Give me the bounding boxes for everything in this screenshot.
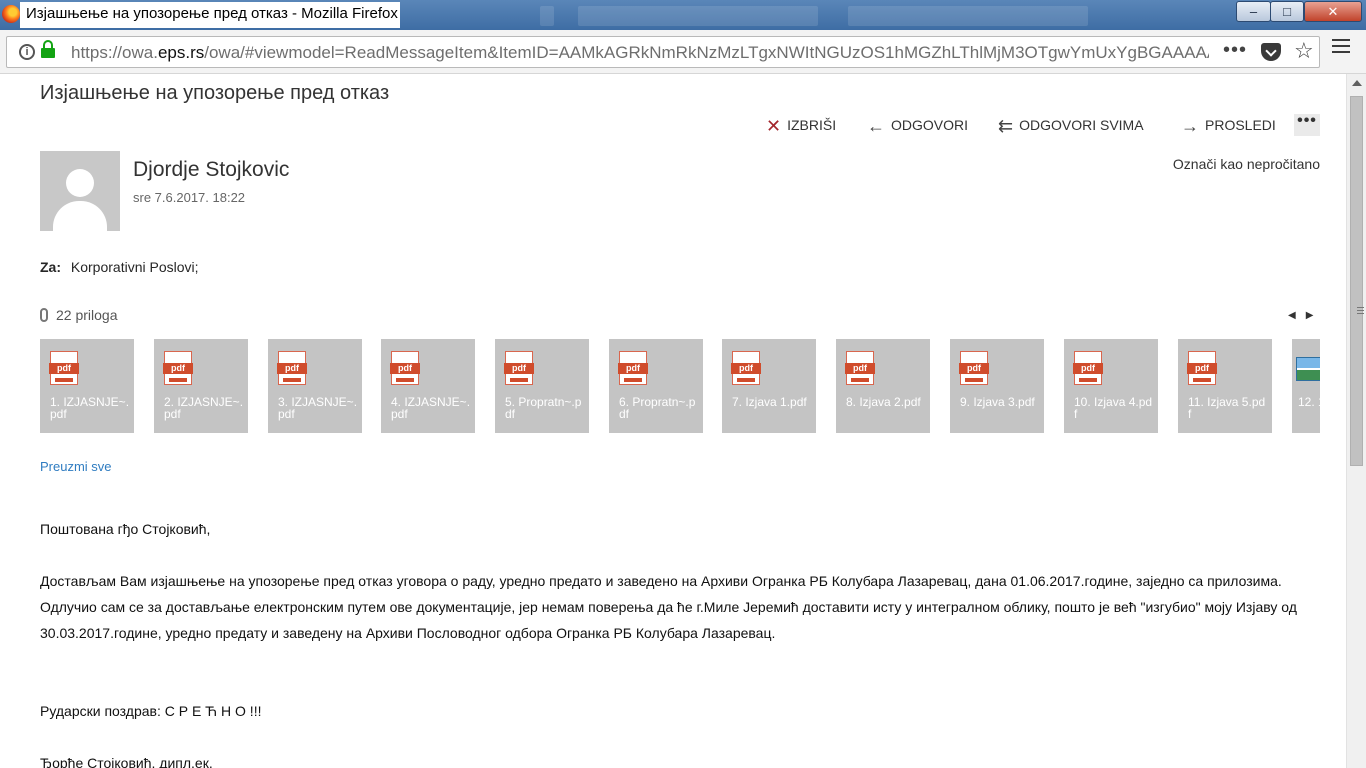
close-button[interactable]: ✕ <box>1304 1 1362 22</box>
attachment-tile[interactable]: pdf 9. Izjava 3.pdf <box>950 339 1044 433</box>
paperclip-icon <box>40 308 48 322</box>
attachment-name: 11. Izjava 5.pdf <box>1188 395 1266 421</box>
scroll-up-arrow-icon[interactable] <box>1352 80 1362 86</box>
pdf-icon: pdf <box>49 351 79 385</box>
pdf-icon: pdf <box>618 351 648 385</box>
star-icon[interactable]: ☆ <box>1294 38 1314 64</box>
attachment-tile[interactable]: pdf 3. IZJASNJE~.pdf <box>268 339 362 433</box>
attachment-tile[interactable]: pdf 2. IZJASNJE~.pdf <box>154 339 248 433</box>
delete-icon: ✕ <box>766 116 782 136</box>
attachment-name: 4. IZJASNJE~.pdf <box>391 395 471 421</box>
attachment-nav: ◀▶ <box>1288 310 1323 321</box>
sender-name[interactable]: Djordje Stojkovic <box>133 158 289 182</box>
pdf-icon: pdf <box>959 351 989 385</box>
attachment-tile[interactable]: pdf 10. Izjava 4.pdf <box>1064 339 1158 433</box>
attachment-name: 12. 17- <box>1298 395 1320 409</box>
forward-button[interactable]: → PROSLEDI <box>1181 116 1276 137</box>
attachment-name: 1. IZJASNJE~.pdf <box>50 395 130 421</box>
url-text[interactable]: https://owa.eps.rs/owa/#viewmodel=ReadMe… <box>71 43 1209 63</box>
pdf-icon: pdf <box>1187 351 1217 385</box>
image-icon <box>1296 357 1320 381</box>
delete-button[interactable]: ✕ IZBRIŠI <box>766 116 836 137</box>
maximize-button[interactable]: □ <box>1270 1 1304 22</box>
sent-date: sre 7.6.2017. 18:22 <box>133 190 246 205</box>
download-all-link[interactable]: Preuzmi sve <box>40 459 112 474</box>
background-window-tab <box>540 6 554 26</box>
forward-arrow-icon: → <box>1181 116 1199 136</box>
avatar[interactable] <box>40 151 120 231</box>
more-actions-button[interactable]: ••• <box>1294 113 1320 136</box>
attachment-tile[interactable]: pdf 8. Izjava 2.pdf <box>836 339 930 433</box>
attachment-tile[interactable]: pdf 11. Izjava 5.pdf <box>1178 339 1272 433</box>
reply-all-button[interactable]: ⇇ ODGOVORI SVIMA <box>998 116 1144 137</box>
pdf-icon: pdf <box>390 351 420 385</box>
page-actions-button[interactable]: ••• <box>1223 39 1247 62</box>
reply-button[interactable]: ← ODGOVORI <box>867 116 968 137</box>
body-greeting: Поштована гђо Стојковић, <box>40 521 211 537</box>
body-signature: Ђорђе Стојковић, дипл.ек. <box>40 755 213 768</box>
attachment-name: 6. Propratn~.pdf <box>619 395 696 421</box>
lock-icon[interactable] <box>41 40 55 59</box>
minimize-button[interactable]: – <box>1236 1 1271 22</box>
attachment-tile[interactable]: pdf 4. IZJASNJE~.pdf <box>381 339 475 433</box>
background-window-tab <box>578 6 818 26</box>
mark-unread-link[interactable]: Označi kao nepročitano <box>1173 156 1320 172</box>
browser-navbar: i https://owa.eps.rs/owa/#viewmodel=Read… <box>0 30 1366 74</box>
attachment-name: 7. Izjava 1.pdf <box>732 395 807 409</box>
menu-icon[interactable] <box>1332 39 1350 55</box>
to-label: Za: <box>40 259 61 275</box>
attachment-name: 2. IZJASNJE~.pdf <box>164 395 244 421</box>
vertical-scrollbar[interactable] <box>1346 74 1366 768</box>
pdf-icon: pdf <box>1073 351 1103 385</box>
avatar-head-icon <box>66 169 94 197</box>
attachment-name: 9. Izjava 3.pdf <box>960 395 1035 409</box>
message-actions: ✕ IZBRIŠI ← ODGOVORI ⇇ ODGOVORI SVIMA → PROS… <box>0 116 1346 138</box>
attachment-name: 3. IZJASNJE~.pdf <box>278 395 358 421</box>
chevron-left-icon[interactable]: ◀ <box>1288 310 1306 321</box>
recipients-line: Za: Korporativni Poslovi; <box>40 259 199 275</box>
avatar-body-icon <box>53 201 107 231</box>
background-window-tab <box>848 6 1088 26</box>
body-paragraph: Достављам Вам изјашњење на упозорење пре… <box>40 573 1297 641</box>
recipient[interactable]: Korporativni Poslovi; <box>71 259 199 275</box>
reply-all-arrow-icon: ⇇ <box>998 116 1014 136</box>
firefox-logo-icon <box>2 5 20 23</box>
attachment-tile[interactable]: pdf 6. Propratn~.pdf <box>609 339 703 433</box>
message-subject: Изјашњење на упозорење пред отказ <box>40 82 390 104</box>
attachment-tile[interactable]: pdf 5. Propratn~.pdf <box>495 339 589 433</box>
info-icon[interactable]: i <box>19 44 35 60</box>
attachment-tile[interactable]: 12. 17- <box>1292 339 1320 433</box>
attachment-tile[interactable]: pdf 7. Izjava 1.pdf <box>722 339 816 433</box>
pocket-icon[interactable] <box>1261 43 1281 61</box>
pdf-icon: pdf <box>277 351 307 385</box>
scroll-grip-icon <box>1357 307 1364 316</box>
attachment-name: 8. Izjava 2.pdf <box>846 395 921 409</box>
reply-arrow-icon: ← <box>867 116 885 136</box>
window-titlebar: Изјашњење на упозорење пред отказ - Mozi… <box>0 0 1366 30</box>
attachments-strip: pdf 1. IZJASNJE~.pdf pdf 2. IZJASNJE~.pdf … <box>40 339 1320 434</box>
message-body: Поштована гђо Стојковић, Достављам Вам и… <box>40 516 1330 768</box>
attachment-name: 5. Propratn~.pdf <box>505 395 582 421</box>
attachment-tile[interactable]: pdf 1. IZJASNJE~.pdf <box>40 339 134 433</box>
pdf-icon: pdf <box>845 351 875 385</box>
window-title: Изјашњење на упозорење пред отказ - Mozi… <box>26 5 398 22</box>
message-reading-pane: Изјашњење на упозорење пред отказ ✕ IZBRI… <box>0 74 1346 768</box>
scroll-thumb[interactable] <box>1350 96 1364 466</box>
body-closing: Рударски поздрав: С Р Е Ћ Н О !!! <box>40 703 262 719</box>
pdf-icon: pdf <box>731 351 761 385</box>
attachments-count: 22 priloga <box>40 307 118 323</box>
url-bar[interactable]: i https://owa.eps.rs/owa/#viewmodel=Read… <box>6 36 1320 68</box>
pdf-icon: pdf <box>504 351 534 385</box>
pdf-icon: pdf <box>163 351 193 385</box>
chevron-right-icon[interactable]: ▶ <box>1306 310 1324 321</box>
attachment-name: 10. Izjava 4.pdf <box>1074 395 1153 421</box>
